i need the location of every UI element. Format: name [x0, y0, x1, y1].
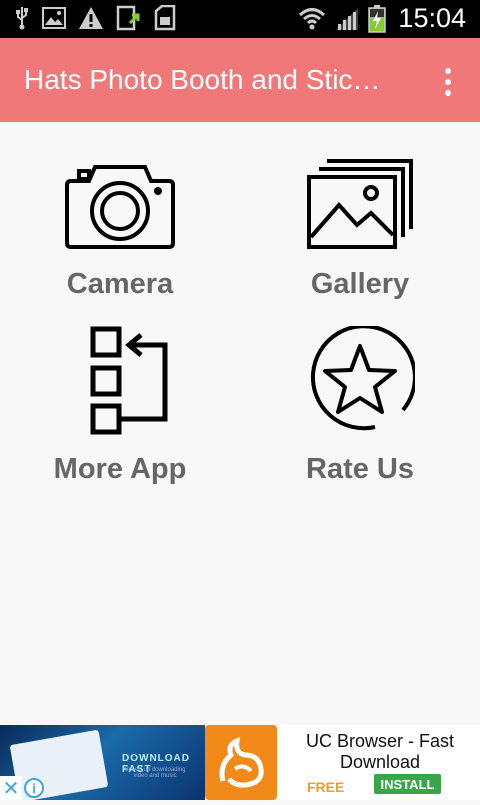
ad-price: FREE: [307, 779, 345, 795]
update-icon: [116, 5, 142, 31]
more-app-label: More App: [53, 453, 187, 485]
camera-button[interactable]: Camera: [0, 155, 240, 301]
gallery-icon: [305, 155, 415, 256]
more-app-button[interactable]: More App: [0, 326, 240, 486]
usb-icon: [14, 5, 30, 31]
signal-icon: [334, 6, 360, 32]
wifi-icon: [298, 6, 326, 32]
ad-title[interactable]: UC Browser - Fast Download: [290, 731, 470, 773]
gallery-button[interactable]: Gallery: [240, 155, 480, 301]
image-icon: [42, 7, 66, 29]
uc-browser-logo[interactable]: [205, 725, 277, 800]
rate-us-label: Rate Us: [306, 453, 414, 485]
more-vert-icon[interactable]: [430, 62, 466, 102]
app-bar: Hats Photo Booth and Stic…: [0, 38, 480, 122]
close-icon[interactable]: ✕: [0, 776, 22, 800]
status-bar: 15:04: [0, 0, 480, 38]
app-title: Hats Photo Booth and Stic…: [24, 64, 381, 95]
rate-us-button[interactable]: Rate Us: [240, 324, 480, 486]
warning-icon: [78, 6, 104, 30]
camera-icon: [65, 155, 175, 256]
info-icon[interactable]: i: [24, 778, 44, 798]
camera-label: Camera: [66, 268, 174, 300]
gallery-label: Gallery: [310, 268, 410, 300]
clock: 15:04: [398, 3, 466, 33]
ad-banner[interactable]: DOWNLOAD FAST Speed up downloading video…: [0, 725, 480, 800]
more-apps-icon: [65, 326, 175, 441]
star-icon: [305, 324, 417, 441]
sdcard-icon: [154, 5, 176, 31]
battery-charging-icon: [368, 4, 387, 33]
ad-image-subcaption: Speed up downloading video and music: [124, 767, 186, 779]
install-button[interactable]: INSTALL: [374, 774, 441, 794]
